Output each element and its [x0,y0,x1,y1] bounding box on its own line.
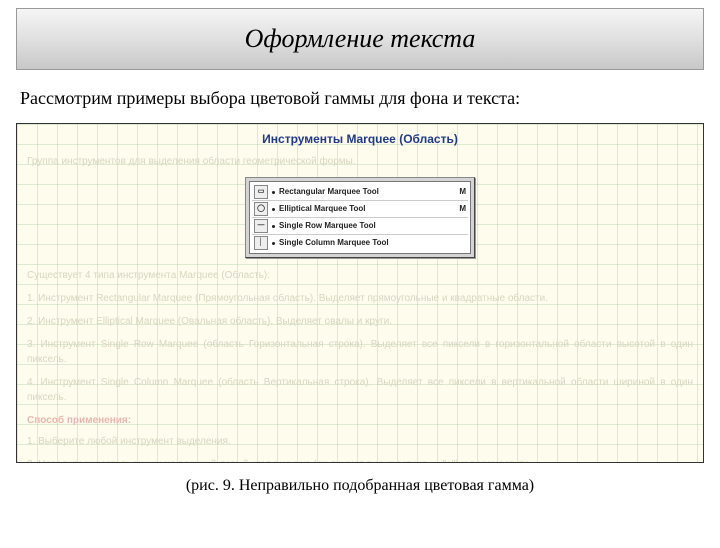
types-intro: Существует 4 типа инструмента Marquee (О… [27,268,693,283]
rect-marquee-icon: ▭ [254,185,268,199]
tool-palette-inner: ▭ Rectangular Marquee Tool M ◯ Elliptica… [249,181,471,254]
tool-palette: ▭ Rectangular Marquee Tool M ◯ Elliptica… [245,177,475,258]
tool-label: Rectangular Marquee Tool [279,186,379,198]
method-2: 2. Наведите указатель мыши на верхний ле… [27,457,693,463]
type-1: 1. Инструмент Rectangular Marquee (Прямо… [27,291,693,306]
slide-title-banner: Оформление текста [16,8,704,70]
method-1: 1. Выберите любой инструмент выделения. [27,434,693,449]
tool-row: — Single Row Marquee Tool [252,218,468,235]
tool-row: ▭ Rectangular Marquee Tool M [252,184,468,201]
bullet-icon [272,242,275,245]
tool-key: M [459,186,466,198]
example-group-text: Группа инструментов для выделения област… [27,154,693,169]
example-content: Инструменты Marquee (Область) Группа инс… [17,124,703,463]
example-heading: Инструменты Marquee (Область) [27,130,693,148]
slide-title: Оформление текста [245,24,476,54]
tool-label: Single Row Marquee Tool [279,220,376,232]
type-2: 2. Инструмент Elliptical Marquee (Овальн… [27,314,693,329]
intro-text: Рассмотрим примеры выбора цветовой гаммы… [20,88,704,109]
tool-row: ◯ Elliptical Marquee Tool M [252,201,468,218]
bullet-icon [272,208,275,211]
method-title: Способ применения: [27,413,693,428]
figure-caption: (рис. 9. Неправильно подобранная цветова… [0,477,720,495]
bullet-icon [272,225,275,228]
type-4: 4. Инструмент Single Column Marquee (обл… [27,375,693,405]
ellipse-marquee-icon: ◯ [254,202,268,216]
type-3: 3. Инструмент Single Row Marquee (област… [27,337,693,367]
row-marquee-icon: — [254,219,268,233]
tool-label: Elliptical Marquee Tool [279,203,366,215]
bullet-icon [272,191,275,194]
column-marquee-icon: │ [254,236,268,250]
tool-key: M [459,203,466,215]
tool-label: Single Column Marquee Tool [279,237,389,249]
example-frame: Инструменты Marquee (Область) Группа инс… [16,123,704,463]
tool-row: │ Single Column Marquee Tool [252,235,468,251]
